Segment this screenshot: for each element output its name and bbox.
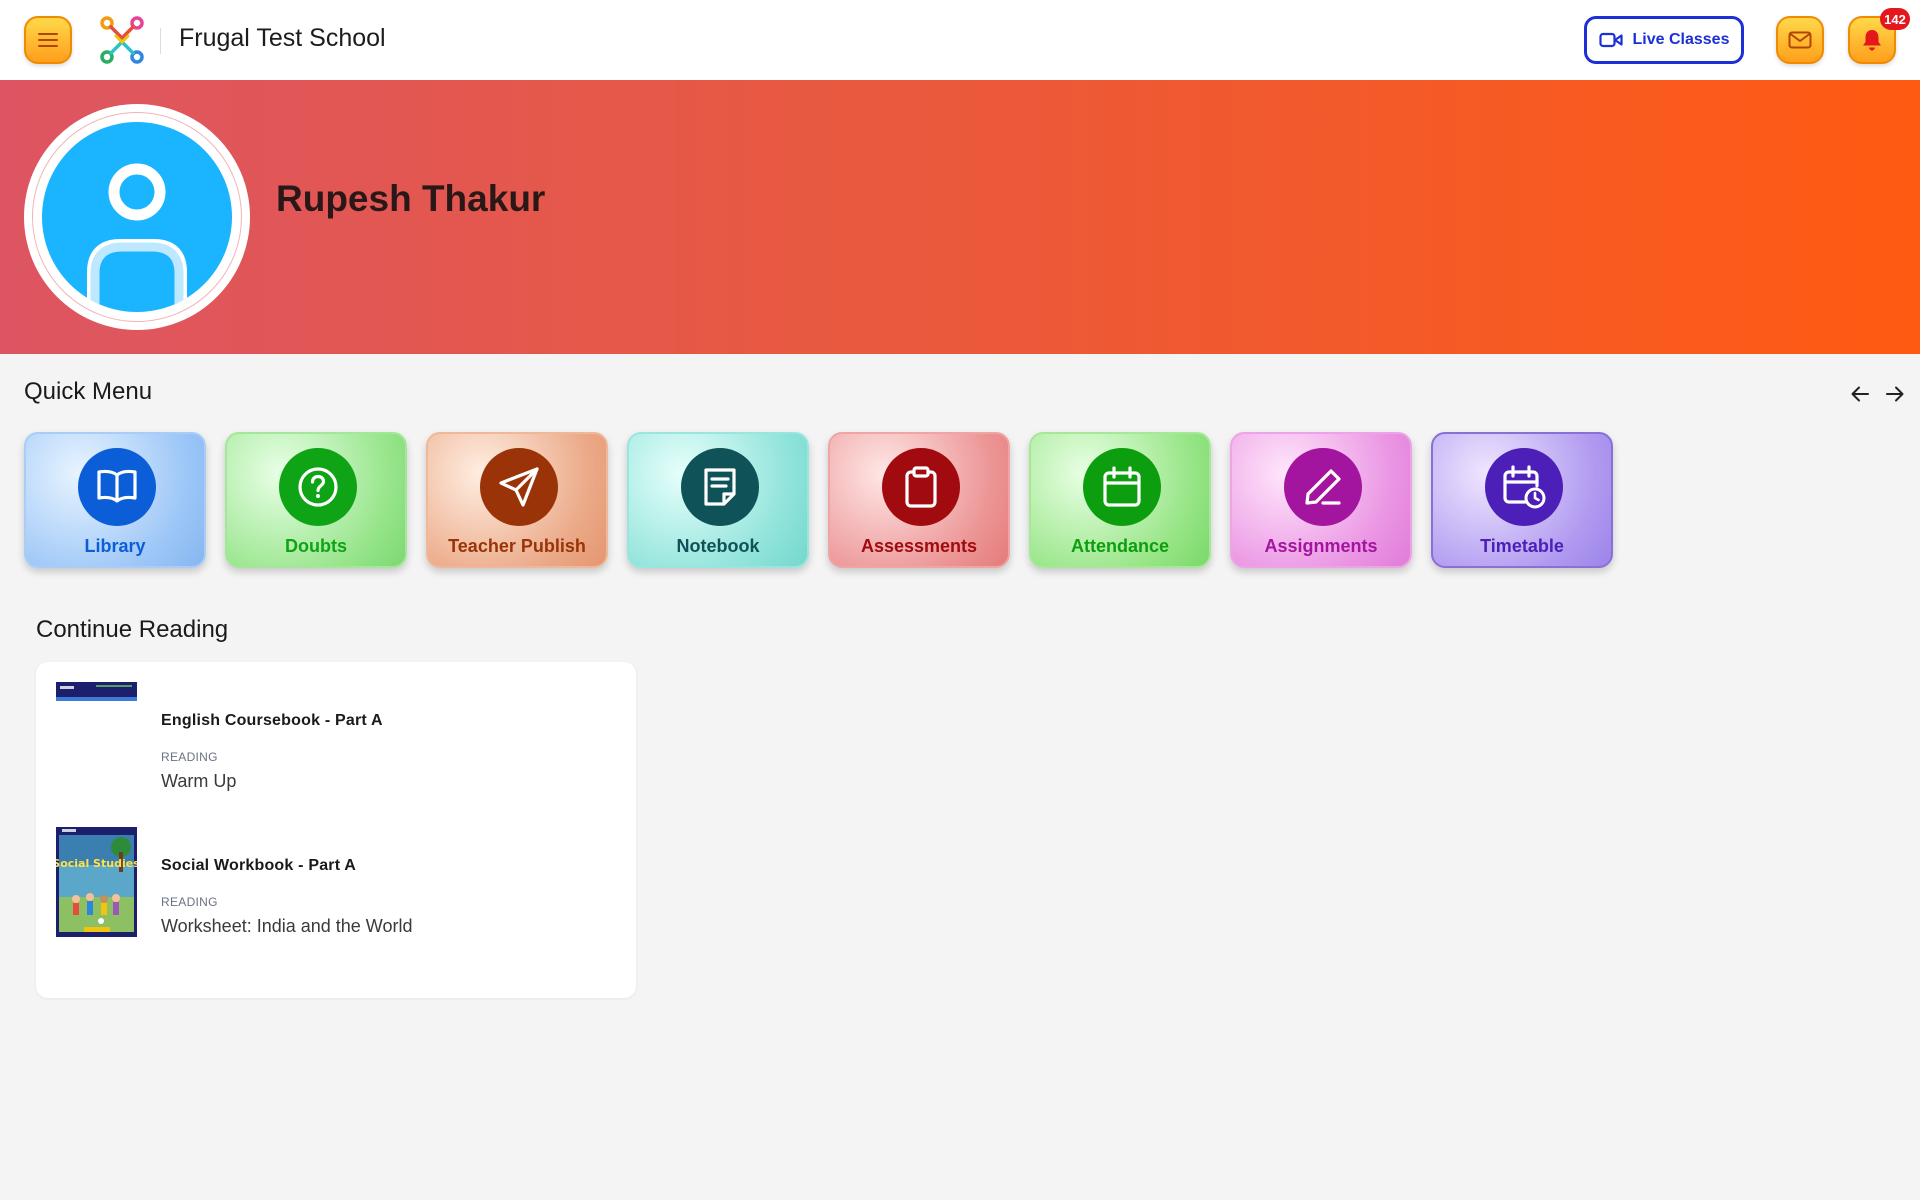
scroll-left-button[interactable] (1846, 380, 1874, 408)
question-circle-icon (298, 467, 338, 507)
mail-icon (1788, 31, 1812, 49)
quick-menu-assignments[interactable]: Assignments (1230, 432, 1412, 568)
scroll-right-button[interactable] (1881, 380, 1909, 408)
profile-banner: Rupesh Thakur (0, 80, 1920, 354)
quick-menu-doubts[interactable]: Doubts (225, 432, 407, 568)
attendance-icon-circle (1083, 448, 1161, 526)
quick-menu-label: Library (84, 536, 146, 556)
timetable-icon-circle (1485, 448, 1563, 526)
quick-menu-label: Assessments (860, 536, 978, 556)
live-classes-button[interactable]: Live Classes (1584, 16, 1744, 64)
notebook-icon-circle (681, 448, 759, 526)
notebook-icon (704, 468, 736, 506)
book-title: English Coursebook - Part A (161, 712, 383, 729)
quick-menu-label: Attendance (1070, 536, 1169, 556)
doubts-icon-circle (279, 448, 357, 526)
quick-menu-notebook[interactable]: Notebook (627, 432, 809, 568)
school-name: Frugal Test School (179, 24, 386, 52)
continue-reading-title: Continue Reading (36, 616, 229, 643)
book-item-english[interactable]: English Coursebook - Part A READING Warm… (56, 682, 636, 802)
pencil-icon (1305, 469, 1341, 505)
book-cover-thumbnail (56, 682, 137, 701)
book-cover-title: Social Studies (56, 857, 137, 870)
hamburger-menu-button[interactable] (24, 16, 72, 64)
quick-menu-assessments[interactable]: Assessments (828, 432, 1010, 568)
clipboard-icon (905, 466, 937, 508)
video-camera-icon (1598, 32, 1623, 48)
quick-menu-teacher-publish[interactable]: Teacher Publish (426, 432, 608, 568)
messages-button[interactable] (1776, 16, 1824, 64)
quick-menu-timetable[interactable]: Timetable (1431, 432, 1613, 568)
book-open-icon (97, 469, 137, 503)
avatar[interactable] (42, 122, 232, 312)
logo-divider (160, 28, 161, 54)
arrow-right-icon (1886, 386, 1904, 402)
library-icon-circle (78, 448, 156, 526)
arrow-left-icon (1851, 386, 1869, 402)
notification-count-badge: 142 (1880, 8, 1910, 30)
quick-menu-label: Timetable (1480, 536, 1564, 556)
assignments-icon-circle (1284, 448, 1362, 526)
quick-menu-label: Assignments (1264, 536, 1378, 556)
continue-reading-card: English Coursebook - Part A READING Warm… (36, 662, 636, 998)
quick-menu-label: Notebook (676, 536, 760, 556)
book-title: Social Workbook - Part A (161, 857, 357, 874)
send-icon (499, 467, 539, 507)
book-status: READING (161, 750, 218, 764)
avatar-frame-inner (32, 112, 242, 322)
user-avatar-icon (87, 163, 187, 312)
bell-icon (1863, 30, 1881, 51)
quick-menu-attendance[interactable]: Attendance (1029, 432, 1211, 568)
teacher-publish-icon-circle (480, 448, 558, 526)
book-cover-thumbnail: Social Studies (56, 827, 137, 937)
hamburger-icon (38, 33, 58, 47)
quick-menu-title: Quick Menu (24, 378, 153, 405)
quick-menu-label: Teacher Publish (448, 536, 586, 556)
avatar-frame (24, 104, 250, 330)
live-classes-label: Live Classes (1632, 31, 1730, 48)
user-name: Rupesh Thakur (276, 178, 546, 219)
calendar-icon (1103, 466, 1141, 507)
calendar-clock-icon (1503, 465, 1546, 509)
top-header: Frugal Test School Live Classes 142 (0, 0, 1920, 80)
assessments-icon-circle (882, 448, 960, 526)
book-item-social[interactable]: Social Studies Social Workbook - Part A … (56, 827, 636, 947)
book-chapter: Warm Up (161, 771, 237, 791)
book-status: READING (161, 895, 218, 909)
quick-menu-library[interactable]: Library (24, 432, 206, 568)
book-chapter: Worksheet: India and the World (161, 916, 413, 936)
school-logo-icon (100, 16, 144, 64)
quick-menu-label: Doubts (285, 536, 347, 556)
